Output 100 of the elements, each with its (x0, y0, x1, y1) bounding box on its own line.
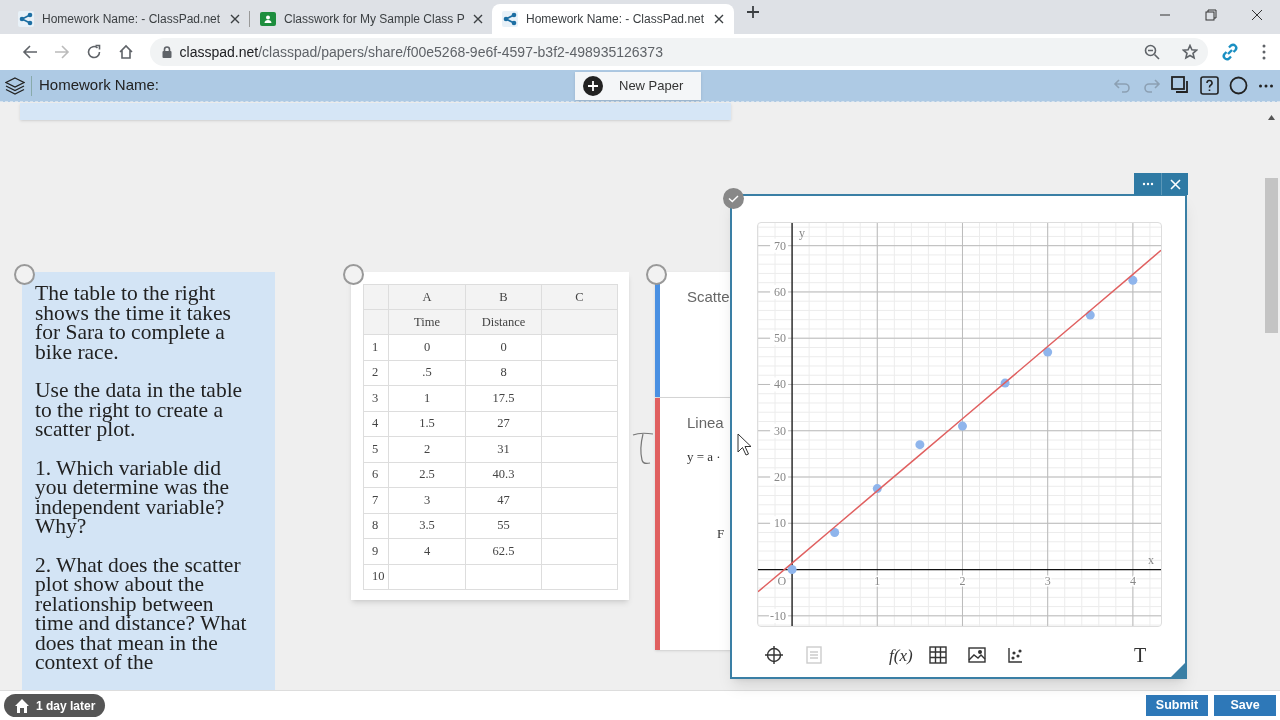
table-cell[interactable] (388, 564, 466, 590)
close-icon[interactable] (230, 14, 240, 24)
table-cell[interactable] (541, 385, 618, 411)
table-cell[interactable]: 31 (465, 436, 542, 462)
data-point (1043, 347, 1053, 357)
table-cell[interactable]: .5 (388, 360, 466, 386)
copy-icon[interactable] (1171, 76, 1190, 95)
table-cell[interactable]: 2.5 (388, 462, 466, 488)
column-header[interactable]: C (541, 284, 618, 310)
forward-icon[interactable] (53, 44, 70, 60)
card-title: Scatte (687, 287, 731, 307)
table-cell[interactable]: 4 (388, 538, 466, 564)
table-cell[interactable] (541, 487, 618, 513)
star-icon[interactable] (1182, 44, 1198, 60)
row-header (363, 309, 389, 335)
tick-label: 60 (774, 284, 787, 299)
table-cell[interactable]: 0 (465, 334, 542, 360)
table-cell[interactable]: 27 (465, 411, 542, 437)
new-tab-icon[interactable] (746, 5, 760, 19)
graph-plot[interactable]: 1 2 3 4 -10 10 20 30 40 50 60 70 O x y (757, 222, 1162, 627)
close-button[interactable] (1162, 173, 1188, 195)
table-cell[interactable]: 62.5 (465, 538, 542, 564)
table-cell[interactable]: 1 (388, 385, 466, 411)
table-cell[interactable]: 1.5 (388, 411, 466, 437)
row-number: 4 (363, 411, 389, 437)
browser-tab[interactable]: Homework Name: - ClassPad.net (8, 4, 250, 34)
table-cell[interactable]: 40.3 (465, 462, 542, 488)
close-icon[interactable] (1251, 9, 1263, 21)
function-tool-button[interactable]: f(x) (889, 646, 913, 664)
menu-icon[interactable] (1262, 44, 1266, 60)
tick-label: 70 (774, 238, 787, 253)
table-cell[interactable] (541, 513, 618, 539)
prompt-text: The table to the right shows the time it takes for Sara to complete a bike race. (35, 284, 232, 362)
table-cell[interactable]: 3 (388, 487, 466, 513)
table-cell[interactable]: 2 (388, 436, 466, 462)
close-icon[interactable] (714, 14, 724, 24)
classroom-icon (260, 11, 276, 27)
document-title: Homework Name: (39, 75, 160, 96)
deadline-pill[interactable]: 1 day later (4, 694, 106, 717)
reload-icon[interactable] (85, 44, 102, 60)
table-cell[interactable]: Time (388, 309, 466, 335)
selection-handle[interactable] (646, 264, 667, 285)
tick-label: 20 (774, 470, 787, 484)
back-icon[interactable] (21, 44, 38, 60)
formula-text: F (717, 525, 726, 543)
circle-icon[interactable] (1229, 76, 1248, 95)
text-tool-button[interactable]: T (1134, 645, 1147, 665)
resize-handle[interactable] (1171, 663, 1185, 677)
formula-text: y = a · (687, 447, 722, 466)
table-cell[interactable]: 55 (465, 513, 542, 539)
selection-handle[interactable] (14, 264, 35, 285)
table-cell[interactable] (541, 334, 618, 360)
table-cell[interactable] (465, 564, 542, 590)
table-cell[interactable] (541, 538, 618, 564)
table-cell[interactable]: 0 (388, 334, 466, 360)
table-cell[interactable] (541, 436, 618, 462)
prompt-text: Use the data in the table to the right to create a scatter plot. (35, 381, 244, 440)
zoom-out-icon[interactable] (1144, 44, 1160, 60)
action-button[interactable]: Submit (1146, 695, 1208, 716)
tab-title: Homework Name: - ClassPad.net (526, 11, 706, 28)
column-header[interactable]: B (465, 284, 542, 310)
table-cell[interactable] (541, 564, 618, 590)
check-icon[interactable] (723, 188, 744, 209)
link-icon[interactable] (1220, 42, 1240, 62)
tick-label: 30 (774, 423, 787, 438)
table-cell[interactable] (541, 462, 618, 488)
image-tool-icon[interactable] (967, 645, 987, 665)
origin-label: O (777, 573, 787, 588)
browser-tab[interactable]: Classwork for My Sample Class P (250, 4, 492, 34)
cursor-icon (737, 433, 753, 457)
data-point (1000, 378, 1010, 388)
url-text: classpad.net/classpad/papers/share/f00e5268-9e6f-4597-b3f2-498935126373 (179, 42, 663, 62)
share-icon (502, 11, 518, 27)
table-cell[interactable]: 47 (465, 487, 542, 513)
tick-label: 2 (959, 573, 966, 588)
browser-tab[interactable]: Homework Name: - ClassPad.net (492, 4, 734, 34)
scroll-up-icon[interactable] (1268, 115, 1275, 120)
table-cell[interactable]: 17.5 (465, 385, 542, 411)
row-number: 7 (363, 487, 389, 513)
column-header[interactable]: A (388, 284, 466, 310)
table-cell[interactable]: Distance (465, 309, 542, 335)
restore-icon[interactable] (1205, 9, 1217, 21)
scrollbar-thumb[interactable] (1265, 178, 1278, 333)
help-icon[interactable] (1200, 76, 1219, 95)
action-button[interactable]: Save (1214, 695, 1276, 716)
close-icon[interactable] (472, 14, 483, 24)
table-tool-icon[interactable] (928, 645, 948, 665)
table-cell[interactable] (541, 309, 618, 335)
scatter-tool-icon[interactable] (1005, 645, 1025, 665)
table-cell[interactable] (541, 411, 618, 437)
home-icon[interactable] (117, 44, 134, 60)
selection-handle[interactable] (343, 264, 364, 285)
crosshair-tool-icon[interactable] (764, 645, 784, 665)
table-cell[interactable] (541, 360, 618, 386)
table-cell[interactable]: 3.5 (388, 513, 466, 539)
new-paper-button[interactable]: New Paper (575, 72, 701, 100)
row-number: 6 (363, 462, 389, 488)
address-bar[interactable]: classpad.net/classpad/papers/share/f00e5268-9e6f-4597-b3f2-498935126373 (149, 38, 1208, 66)
data-point (830, 528, 840, 538)
table-cell[interactable]: 8 (465, 360, 542, 386)
